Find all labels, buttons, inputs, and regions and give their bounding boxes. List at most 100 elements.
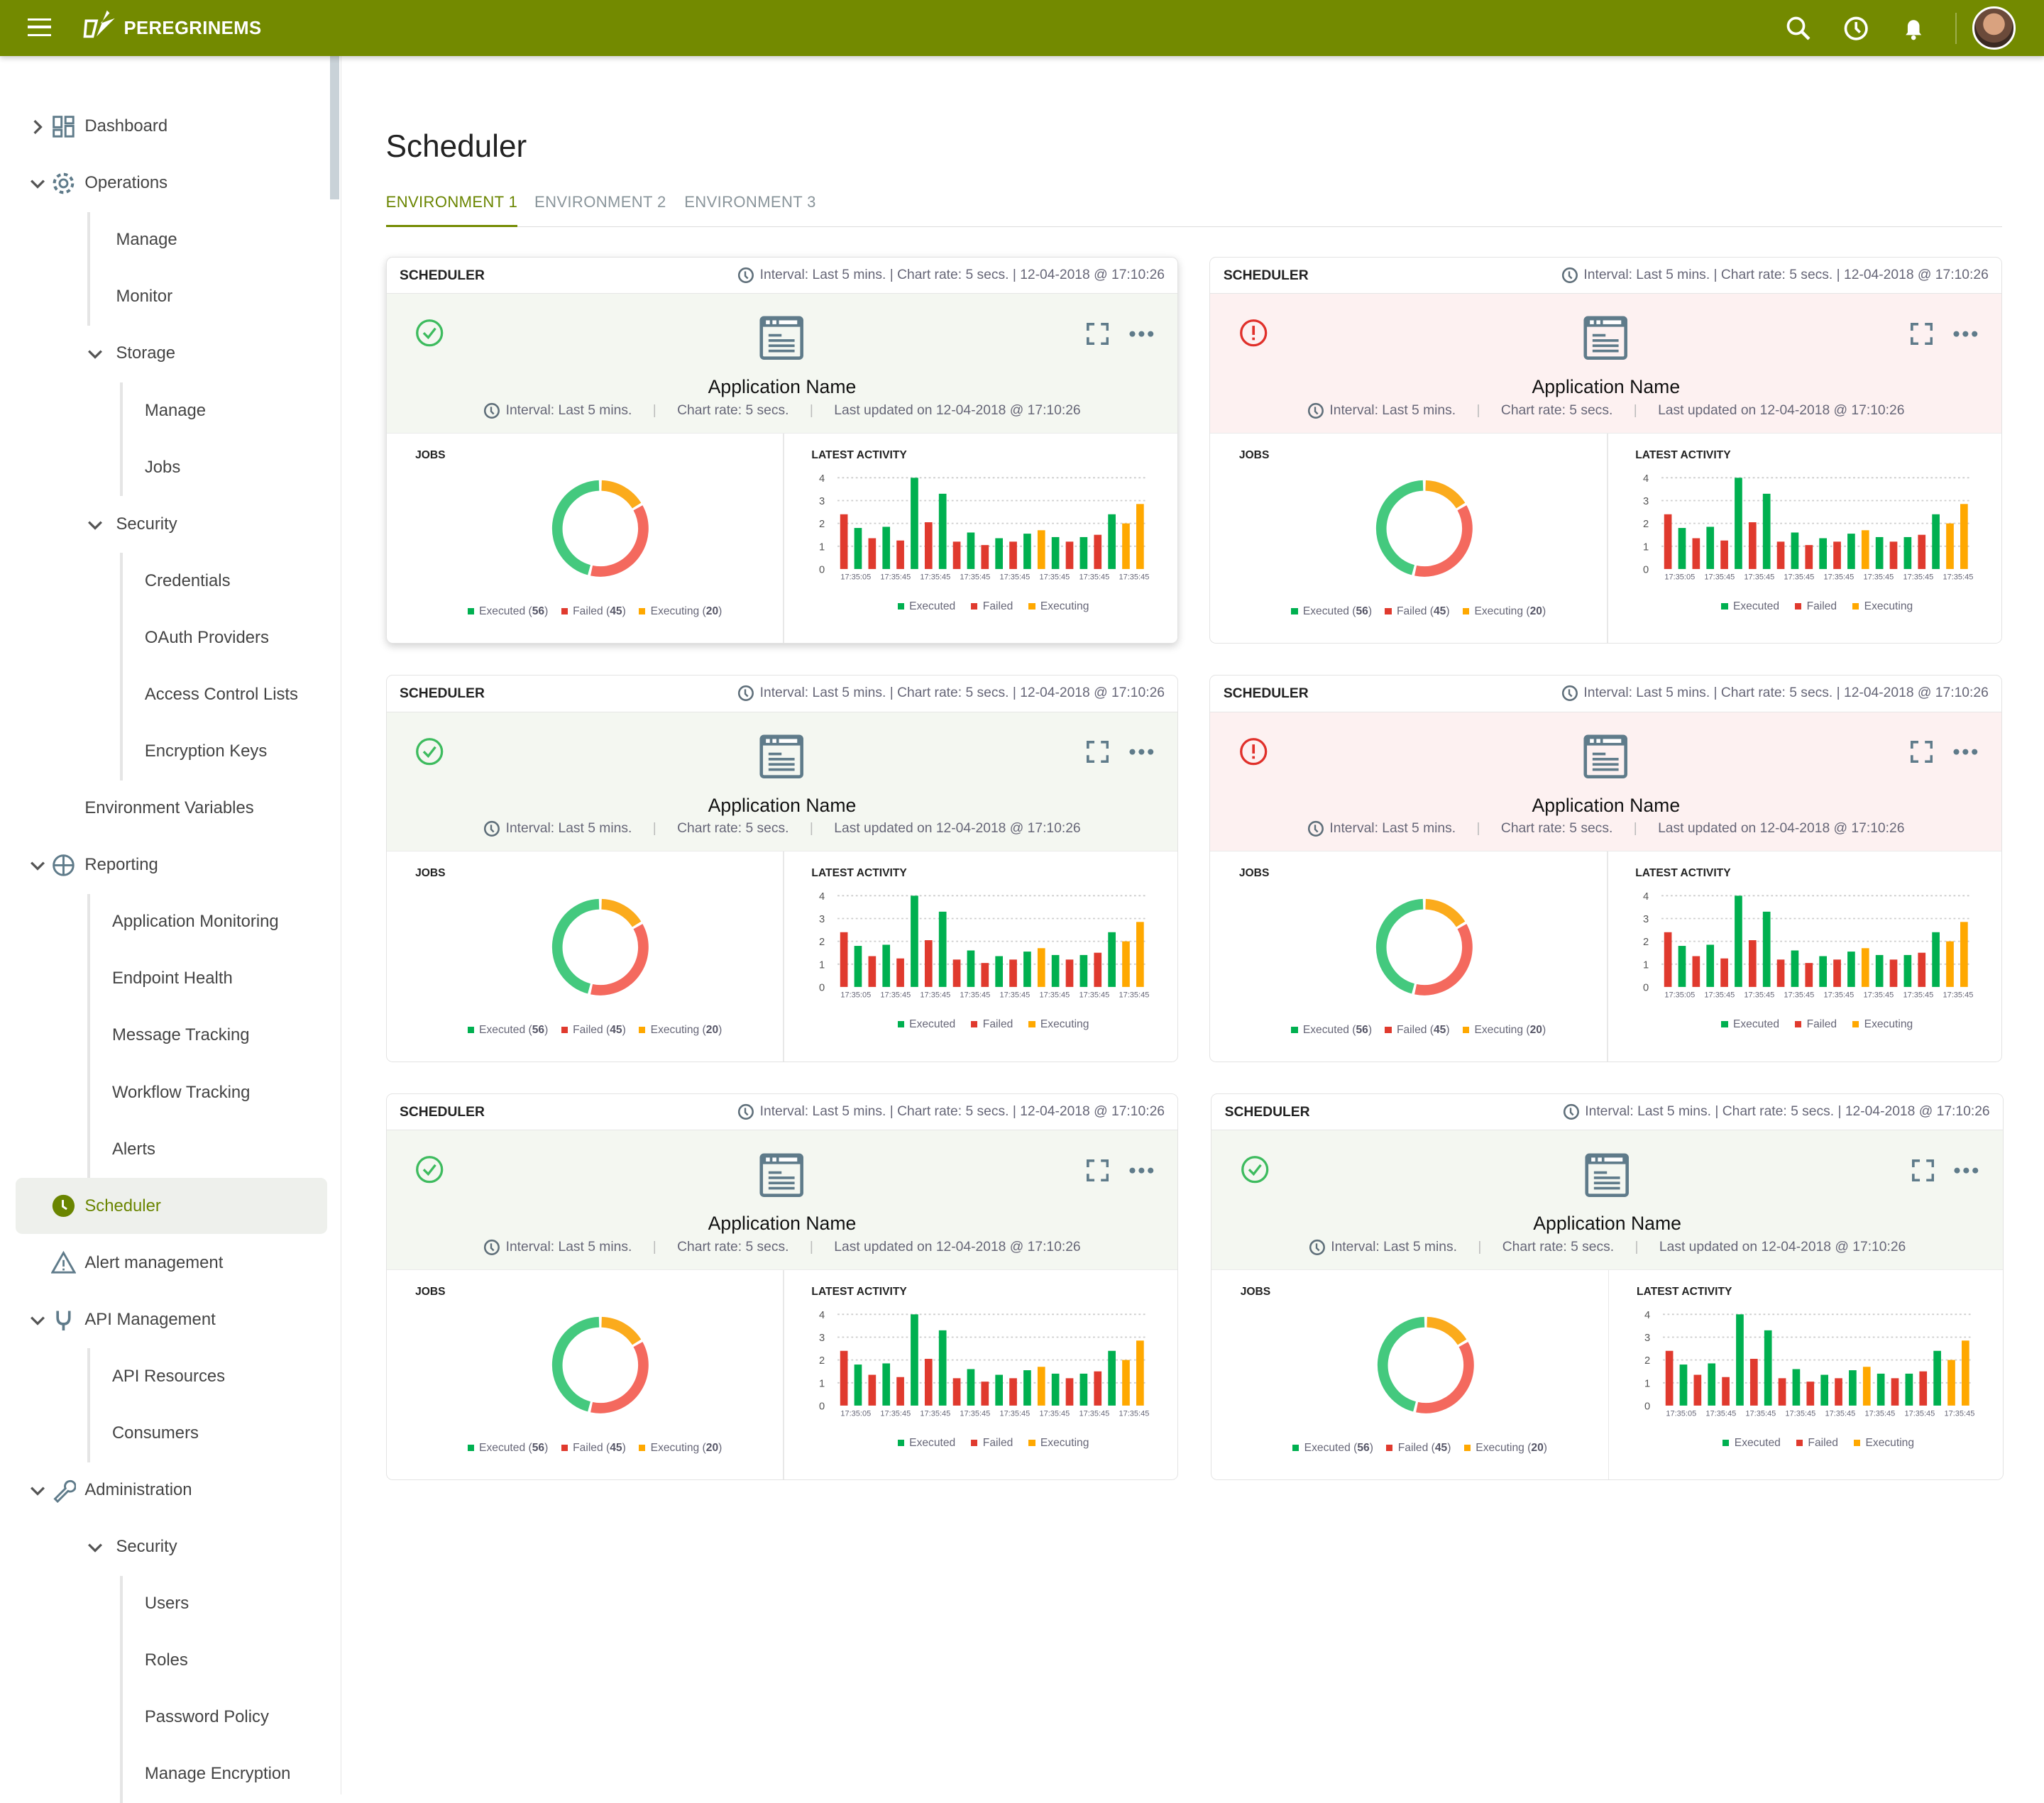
bar-failed[interactable]: [868, 956, 877, 988]
bar-executed[interactable]: [967, 950, 975, 988]
bar-failed[interactable]: [981, 1382, 989, 1406]
bar-executed[interactable]: [1903, 955, 1912, 988]
bar-failed[interactable]: [1918, 953, 1925, 988]
bar-executed[interactable]: [1734, 895, 1742, 988]
chevron-down-icon[interactable]: [87, 346, 103, 362]
bar-executed[interactable]: [1819, 956, 1827, 988]
bar-executing[interactable]: [1946, 942, 1954, 988]
sidebar-item-manage-encryption[interactable]: Manage Encryption: [0, 1746, 326, 1802]
sidebar-item-manage[interactable]: Manage: [0, 382, 326, 439]
bar-failed[interactable]: [868, 1374, 877, 1406]
bar-executed[interactable]: [882, 944, 891, 988]
bar-executing[interactable]: [1136, 504, 1144, 569]
sidebar-item-alert-management[interactable]: Alert management: [0, 1235, 326, 1291]
bar-executed[interactable]: [1706, 526, 1714, 569]
sidebar-item-manage[interactable]: Manage: [0, 212, 326, 268]
bar-failed[interactable]: [1889, 959, 1898, 988]
bar-executed[interactable]: [1678, 946, 1686, 988]
chevron-down-icon[interactable]: [87, 1540, 103, 1555]
bar-failed[interactable]: [925, 1359, 933, 1406]
bar-failed[interactable]: [981, 963, 989, 988]
donut-slice-executing[interactable]: [601, 898, 642, 927]
sidebar-item-scheduler[interactable]: Scheduler: [16, 1178, 327, 1235]
sidebar-item-monitor[interactable]: Monitor: [0, 269, 326, 325]
bar-executed[interactable]: [1932, 932, 1940, 988]
bar-executed[interactable]: [1932, 514, 1940, 569]
bar-executing[interactable]: [1861, 530, 1869, 569]
sidebar-item-api-resources[interactable]: API Resources: [0, 1348, 326, 1404]
bar-executed[interactable]: [1706, 944, 1714, 988]
bar-executed[interactable]: [1792, 1369, 1800, 1406]
bar-failed[interactable]: [1094, 534, 1102, 569]
bar-failed[interactable]: [1749, 1359, 1758, 1406]
bar-executed[interactable]: [1079, 536, 1088, 569]
bar-failed[interactable]: [925, 522, 933, 569]
sidebar-item-users[interactable]: Users: [0, 1576, 326, 1632]
donut-slice-failed[interactable]: [590, 505, 649, 577]
bar-executed[interactable]: [1023, 952, 1031, 988]
more-options-icon[interactable]: [1128, 1159, 1155, 1181]
bar-executed[interactable]: [1051, 1373, 1060, 1406]
sidebar-item-storage[interactable]: Storage: [0, 326, 326, 382]
sidebar-item-consumers[interactable]: Consumers: [0, 1406, 326, 1462]
bar-executing[interactable]: [1037, 948, 1045, 988]
bar-executed[interactable]: [911, 478, 918, 569]
bar-executed[interactable]: [1762, 912, 1771, 988]
more-options-icon[interactable]: [1952, 741, 1979, 763]
tab-environment-1[interactable]: ENVIRONMENT 1: [385, 193, 518, 227]
bar-executed[interactable]: [882, 526, 891, 569]
sidebar-item-operations[interactable]: Operations: [0, 155, 326, 211]
donut-slice-executed[interactable]: [1375, 480, 1424, 575]
bar-executed[interactable]: [1051, 536, 1060, 569]
bar-executing[interactable]: [1136, 922, 1144, 988]
bar-failed[interactable]: [1094, 953, 1102, 988]
donut-slice-executing[interactable]: [601, 1317, 642, 1345]
bar-executing[interactable]: [1136, 1340, 1144, 1406]
bar-failed[interactable]: [1009, 541, 1017, 569]
bar-executed[interactable]: [1051, 955, 1060, 988]
bar-executing[interactable]: [1037, 530, 1045, 569]
chevron-right-icon[interactable]: [30, 119, 45, 135]
sidebar-item-api-management[interactable]: API Management: [0, 1291, 326, 1347]
bar-executed[interactable]: [911, 895, 918, 988]
sidebar-scrollbar[interactable]: [329, 55, 339, 199]
bar-executing[interactable]: [1946, 523, 1954, 569]
bar-executed[interactable]: [1678, 527, 1686, 569]
bar-executing[interactable]: [1122, 942, 1130, 988]
bar-executed[interactable]: [1764, 1330, 1772, 1406]
sidebar-item-access-control-lists[interactable]: Access Control Lists: [0, 666, 326, 722]
bar-executed[interactable]: [1079, 1373, 1088, 1406]
donut-slice-failed[interactable]: [1414, 923, 1473, 996]
bar-failed[interactable]: [1776, 959, 1785, 988]
bar-failed[interactable]: [1009, 1378, 1017, 1406]
donut-slice-executing[interactable]: [1426, 1317, 1466, 1345]
bar-executed[interactable]: [1734, 478, 1742, 569]
donut-slice-executed[interactable]: [551, 898, 600, 994]
bar-failed[interactable]: [1664, 932, 1672, 988]
chevron-down-icon[interactable]: [30, 1483, 45, 1499]
donut-slice-executed[interactable]: [1377, 1317, 1425, 1412]
bar-executed[interactable]: [1819, 538, 1827, 569]
bar-executed[interactable]: [1820, 1374, 1828, 1406]
bar-executed[interactable]: [1875, 955, 1884, 988]
bar-failed[interactable]: [952, 959, 961, 988]
bar-executed[interactable]: [1903, 536, 1912, 569]
bar-executed[interactable]: [1847, 533, 1855, 569]
chevron-down-icon[interactable]: [30, 858, 45, 873]
donut-slice-failed[interactable]: [1414, 505, 1473, 577]
bar-failed[interactable]: [840, 932, 848, 988]
more-options-icon[interactable]: [1952, 323, 1979, 345]
donut-slice-failed[interactable]: [590, 923, 649, 996]
bar-executed[interactable]: [938, 493, 947, 569]
sidebar-item-encryption-keys[interactable]: Encryption Keys: [0, 724, 326, 780]
bar-failed[interactable]: [1720, 540, 1728, 569]
expand-icon[interactable]: [1911, 1159, 1934, 1182]
bar-executing[interactable]: [1960, 504, 1968, 569]
donut-slice-failed[interactable]: [590, 1342, 649, 1413]
bar-failed[interactable]: [952, 1378, 961, 1406]
more-options-icon[interactable]: [1953, 1159, 1979, 1181]
bar-failed[interactable]: [1664, 514, 1672, 569]
bar-failed[interactable]: [1065, 541, 1074, 569]
bar-executing[interactable]: [1861, 948, 1869, 988]
chevron-down-icon[interactable]: [30, 1313, 45, 1328]
